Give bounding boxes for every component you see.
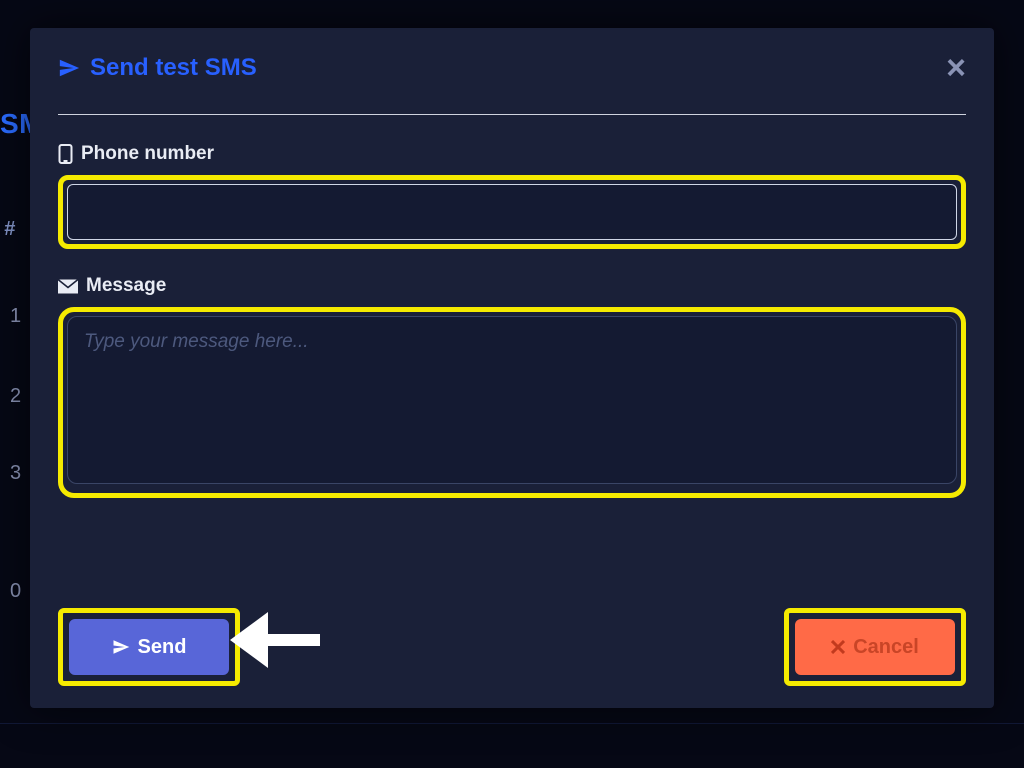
- cancel-highlight: Cancel: [784, 608, 966, 686]
- modal-title: Send test SMS: [58, 54, 257, 82]
- cancel-button[interactable]: Cancel: [795, 619, 955, 675]
- background-row-2: 2: [10, 385, 21, 408]
- background-footer-bar: [0, 723, 1024, 768]
- phone-label-text: Phone number: [81, 143, 214, 165]
- message-highlight: [58, 307, 966, 498]
- message-label-text: Message: [86, 275, 166, 297]
- phone-input[interactable]: [67, 184, 957, 240]
- paper-plane-icon: [112, 638, 130, 656]
- background-column-hash: #: [4, 218, 15, 241]
- background-row-3: 3: [10, 462, 21, 485]
- close-button[interactable]: ×: [946, 58, 966, 78]
- message-field-block: Message: [58, 275, 966, 498]
- cancel-button-label: Cancel: [853, 636, 919, 659]
- send-test-sms-modal: Send test SMS × Phone number Message: [30, 28, 994, 708]
- message-label: Message: [58, 275, 966, 297]
- send-button[interactable]: Send: [69, 619, 229, 675]
- envelope-icon: [58, 279, 78, 294]
- mobile-icon: [58, 144, 73, 164]
- paper-plane-icon: [58, 57, 80, 79]
- send-button-label: Send: [138, 636, 187, 659]
- phone-field-block: Phone number: [58, 143, 966, 249]
- message-textarea[interactable]: [67, 316, 957, 484]
- x-icon: [831, 640, 845, 654]
- background-row-1: 1: [10, 305, 21, 328]
- modal-title-text: Send test SMS: [90, 54, 257, 82]
- send-highlight: Send: [58, 608, 240, 686]
- phone-highlight: [58, 175, 966, 249]
- modal-header: Send test SMS ×: [58, 54, 966, 115]
- modal-footer: Send Cancel: [58, 608, 966, 686]
- background-row-0: 0: [10, 580, 21, 603]
- phone-label: Phone number: [58, 143, 966, 165]
